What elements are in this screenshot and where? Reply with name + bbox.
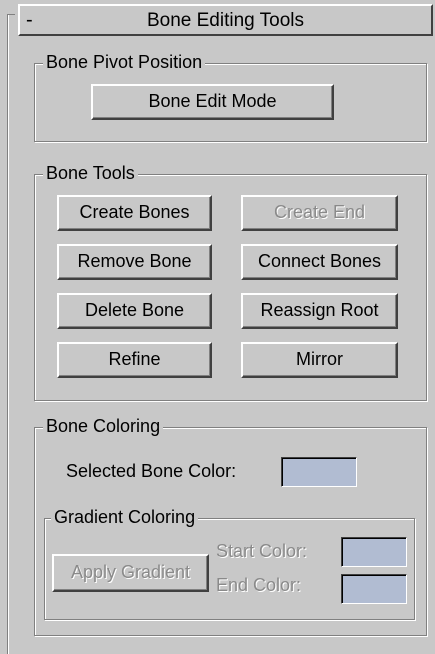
gradient-coloring-legend: Gradient Coloring <box>51 506 199 528</box>
connect-bones-button[interactable]: Connect Bones <box>241 244 398 280</box>
start-color-label: Start Color: <box>216 541 308 561</box>
bone-pivot-position-group: Bone Pivot Position Bone Edit Mode <box>34 51 427 142</box>
end-color-label: End Color: <box>216 575 302 595</box>
bone-pivot-position-legend: Bone Pivot Position <box>43 51 206 73</box>
create-end-button: Create End <box>241 195 398 231</box>
rollout-header[interactable]: - Bone Editing Tools <box>18 4 433 36</box>
bone-coloring-group: Bone Coloring Selected Bone Color: Gradi… <box>34 415 427 636</box>
gradient-coloring-group: Gradient Coloring Apply Gradient Start C… <box>44 506 415 620</box>
create-bones-button[interactable]: Create Bones <box>57 195 212 231</box>
reassign-root-button[interactable]: Reassign Root <box>241 293 398 329</box>
rollout-title: Bone Editing Tools <box>146 10 305 31</box>
apply-gradient-button: Apply Gradient <box>52 554 209 592</box>
bone-edit-mode-button[interactable]: Bone Edit Mode <box>91 84 334 120</box>
start-color-swatch[interactable] <box>341 537 407 567</box>
selected-bone-color-swatch[interactable] <box>281 457 357 487</box>
end-color-swatch[interactable] <box>341 574 407 604</box>
selected-bone-color-label: Selected Bone Color: <box>66 461 237 481</box>
remove-bone-button[interactable]: Remove Bone <box>57 244 212 280</box>
refine-button[interactable]: Refine <box>57 342 212 378</box>
panel-edge-highlight <box>8 14 9 654</box>
bone-tools-legend: Bone Tools <box>43 162 138 184</box>
delete-bone-button[interactable]: Delete Bone <box>57 293 212 329</box>
panel-edge-tick <box>7 14 15 15</box>
mirror-button[interactable]: Mirror <box>241 342 398 378</box>
bone-coloring-legend: Bone Coloring <box>43 415 164 437</box>
bone-tools-group: Bone Tools Create Bones Create End Remov… <box>34 162 427 401</box>
